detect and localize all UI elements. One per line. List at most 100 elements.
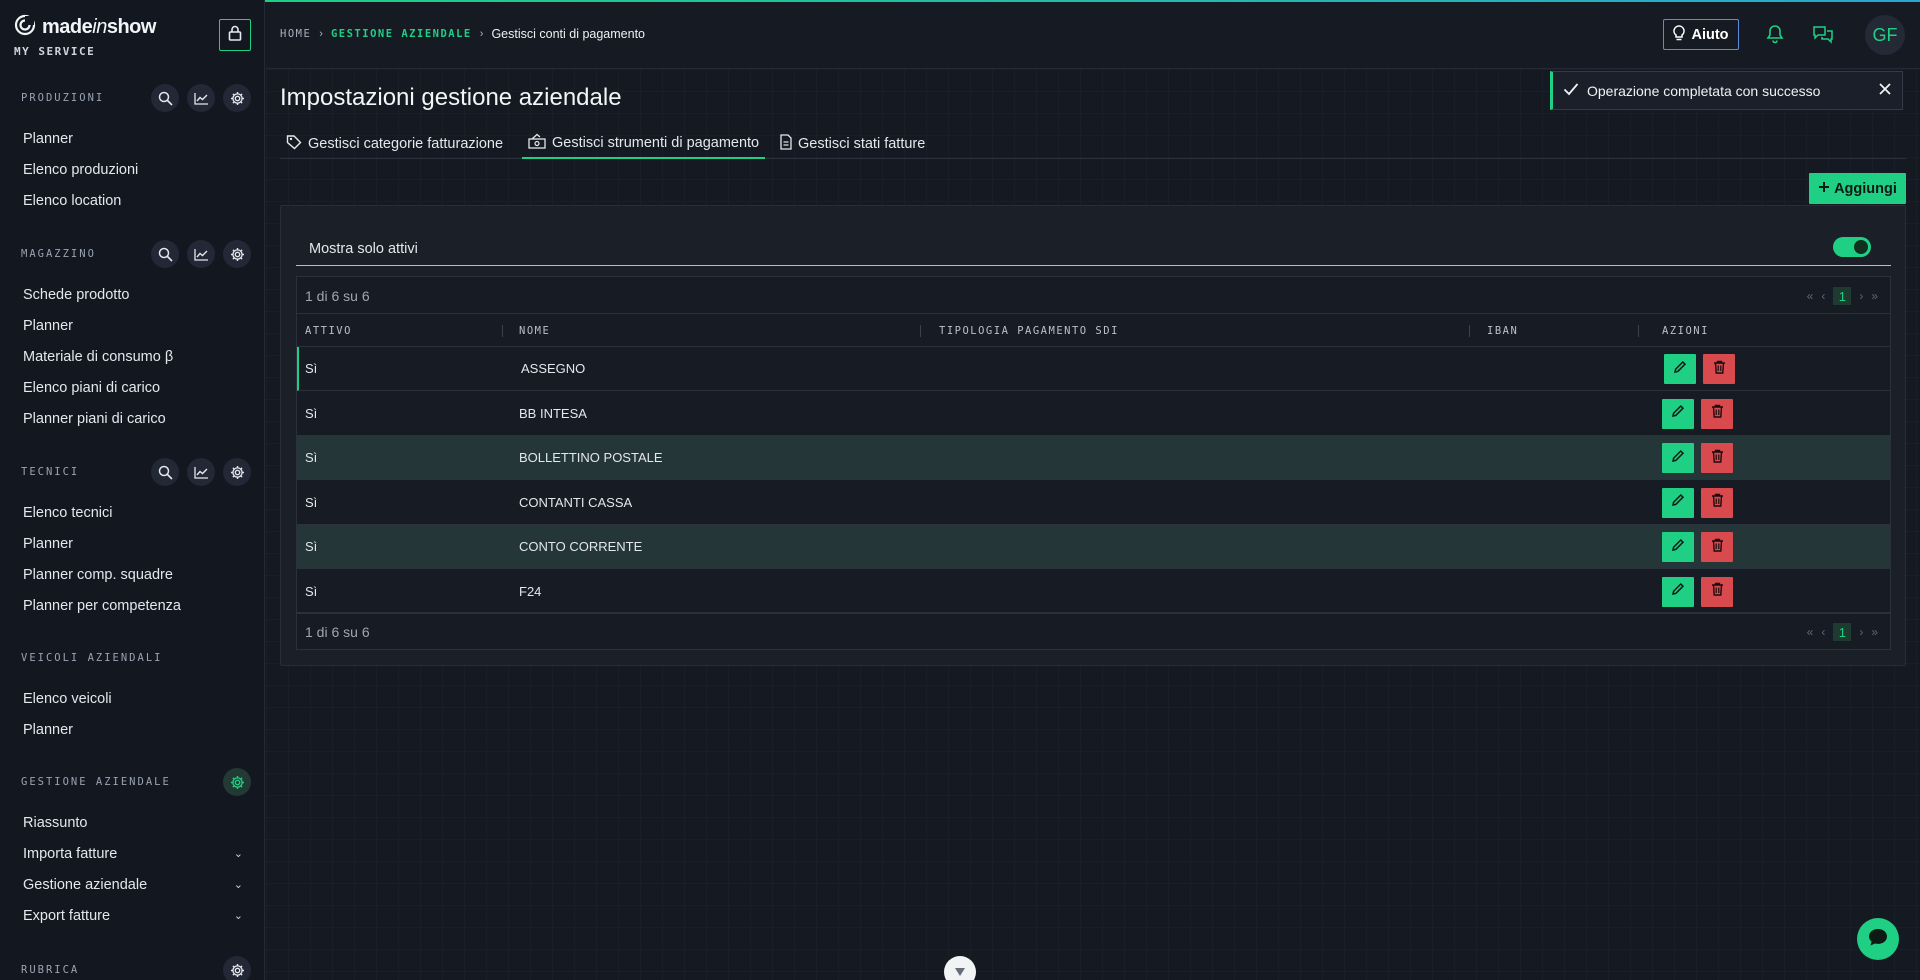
last-page-icon[interactable]: » [1871, 625, 1878, 639]
delete-button[interactable] [1701, 443, 1733, 473]
sidebar-item-label: Riassunto [23, 815, 88, 831]
sidebar-item-label: Elenco veicoli [23, 691, 112, 707]
sidebar-item[interactable]: Planner [23, 720, 243, 740]
payment-methods-table: 1 di 6 su 6 « ‹ 1 › » ATTIVO NOME TIPOLO… [296, 276, 1891, 650]
close-icon[interactable] [1878, 82, 1892, 99]
page-number[interactable]: 1 [1833, 287, 1852, 305]
column-header-nome[interactable]: NOME [519, 325, 922, 337]
messages-icon[interactable] [1812, 24, 1834, 49]
sidebar-item[interactable]: Schede prodotto [23, 285, 243, 305]
active-only-toggle[interactable] [1833, 237, 1871, 257]
next-page-icon[interactable]: › [1859, 289, 1863, 303]
breadcrumb-section[interactable]: GESTIONE AZIENDALE [331, 28, 472, 40]
table-row[interactable]: Sì CONTO CORRENTE [297, 525, 1890, 569]
search-icon[interactable] [151, 84, 179, 112]
tab-strumenti-pagamento[interactable]: Gestisci strumenti di pagamento [522, 129, 766, 159]
cell-attivo: Sì [305, 361, 318, 376]
gear-icon[interactable] [223, 458, 251, 486]
chevron-down-icon [954, 964, 966, 980]
cell-nome: ASSEGNO [521, 361, 586, 376]
edit-button[interactable] [1662, 398, 1694, 429]
sidebar-item[interactable]: Export fatture ⌄ [23, 906, 243, 926]
sidebar-item[interactable]: Materiale di consumo β [23, 347, 243, 367]
table-row[interactable]: Sì F24 [297, 570, 1890, 614]
support-chat-button[interactable] [1857, 918, 1899, 960]
sidebar-item[interactable]: Elenco location [23, 191, 243, 211]
avatar[interactable]: GF [1865, 15, 1905, 55]
last-page-icon[interactable]: » [1871, 289, 1878, 303]
cell-attivo: Sì [305, 450, 318, 465]
delete-button[interactable] [1701, 576, 1733, 607]
sidebar-item[interactable]: Planner per competenza [23, 596, 243, 616]
column-header-tipologia[interactable]: TIPOLOGIA PAGAMENTO SDI [939, 325, 1470, 337]
tab-categorie-fatturazione[interactable]: Gestisci categorie fatturazione [280, 129, 509, 159]
cell-attivo: Sì [305, 494, 318, 510]
brand[interactable]: madeinshow MY SERVICE [14, 14, 156, 58]
trend-icon[interactable] [187, 84, 215, 112]
sidebar-item[interactable]: Elenco produzioni [23, 160, 243, 180]
page-number[interactable]: 1 [1833, 623, 1852, 641]
prev-page-icon[interactable]: ‹ [1821, 289, 1825, 303]
prev-page-icon[interactable]: ‹ [1821, 625, 1825, 639]
pager-text: 1 di 6 su 6 [305, 288, 370, 304]
edit-button[interactable] [1662, 487, 1694, 518]
breadcrumb-home[interactable]: HOME [280, 28, 311, 40]
delete-button[interactable] [1703, 354, 1735, 384]
table-row[interactable]: Sì CONTANTI CASSA [297, 481, 1890, 525]
sidebar-item[interactable]: Elenco tecnici [23, 503, 243, 523]
chevron-down-icon[interactable]: ⌄ [234, 875, 243, 895]
sidebar-item[interactable]: Planner [23, 534, 243, 554]
first-page-icon[interactable]: « [1807, 289, 1814, 303]
column-header-iban[interactable]: IBAN [1487, 325, 1640, 337]
sidebar-section-title: PRODUZIONI [21, 92, 105, 104]
lock-button[interactable] [219, 19, 251, 51]
bell-icon[interactable] [1766, 24, 1784, 49]
search-icon[interactable] [151, 458, 179, 486]
add-button[interactable]: Aggiungi [1809, 173, 1906, 204]
next-page-icon[interactable]: › [1859, 625, 1863, 639]
sidebar-item-label: Schede prodotto [23, 287, 130, 303]
column-header-attivo[interactable]: ATTIVO [305, 325, 503, 337]
gear-icon[interactable] [223, 768, 251, 796]
sidebar-item[interactable]: Elenco piani di carico [23, 378, 243, 398]
sidebar-item[interactable]: Planner comp. squadre [23, 565, 243, 585]
table-row[interactable]: Sì BOLLETTINO POSTALE [297, 436, 1890, 480]
scroll-down-button[interactable] [944, 956, 976, 980]
first-page-icon[interactable]: « [1807, 625, 1814, 639]
gear-icon[interactable] [223, 956, 251, 980]
sidebar-item[interactable]: Gestione aziendale ⌄ [23, 875, 243, 895]
edit-button[interactable] [1662, 532, 1694, 562]
help-label: Aiuto [1691, 26, 1729, 43]
sidebar-item[interactable]: Riassunto [23, 813, 243, 833]
sidebar-section-tecnici: TECNICI [0, 454, 264, 490]
tab-stati-fatture[interactable]: Gestisci stati fatture [774, 129, 931, 159]
trend-icon[interactable] [187, 240, 215, 268]
tab-label: Gestisci strumenti di pagamento [552, 135, 760, 151]
chevron-right-icon: › [479, 28, 484, 40]
chevron-down-icon[interactable]: ⌄ [234, 844, 243, 864]
delete-button[interactable] [1701, 398, 1733, 429]
table-row[interactable]: Sì ASSEGNO [297, 347, 1890, 391]
delete-button[interactable] [1701, 532, 1733, 562]
sidebar-item-label: Elenco piani di carico [23, 380, 161, 396]
edit-button[interactable] [1664, 354, 1696, 384]
sidebar-item[interactable]: Elenco veicoli [23, 689, 243, 709]
sidebar-item[interactable]: Planner [23, 316, 243, 336]
edit-button[interactable] [1662, 576, 1694, 607]
sidebar-item[interactable]: Importa fatture ⌄ [23, 844, 243, 864]
chevron-down-icon[interactable]: ⌄ [234, 906, 243, 926]
topbar: HOME › GESTIONE AZIENDALE › Gestisci con… [266, 2, 1920, 69]
trend-icon[interactable] [187, 458, 215, 486]
edit-button[interactable] [1662, 443, 1694, 473]
help-button[interactable]: Aiuto [1663, 19, 1739, 50]
sidebar-item[interactable]: Planner [23, 129, 243, 149]
sidebar-item-label: Planner [23, 318, 73, 334]
cell-nome: CONTO CORRENTE [519, 539, 643, 554]
delete-button[interactable] [1701, 487, 1733, 518]
table-row[interactable]: Sì BB INTESA [297, 392, 1890, 436]
pager-text: 1 di 6 su 6 [305, 624, 370, 640]
search-icon[interactable] [151, 240, 179, 268]
gear-icon[interactable] [223, 84, 251, 112]
gear-icon[interactable] [223, 240, 251, 268]
sidebar-item[interactable]: Planner piani di carico [23, 409, 243, 429]
